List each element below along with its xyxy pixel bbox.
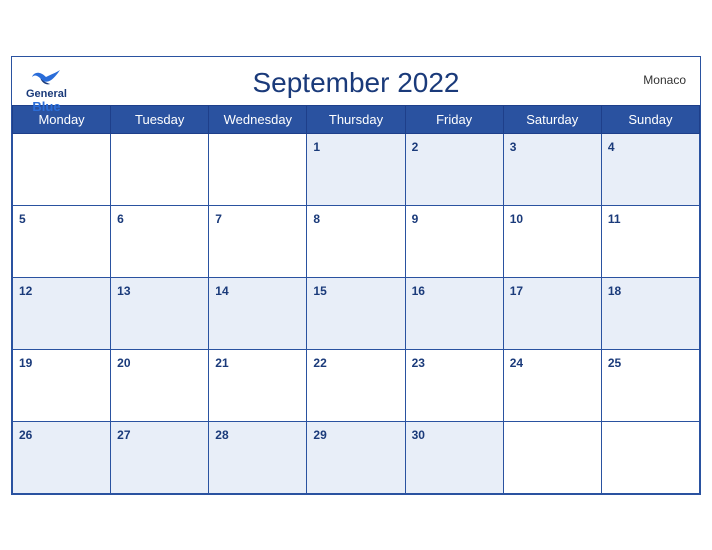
day-cell: 20 xyxy=(111,349,209,421)
day-number: 11 xyxy=(608,212,621,226)
day-number: 27 xyxy=(117,428,130,442)
day-cell: 4 xyxy=(601,133,699,205)
day-number: 21 xyxy=(215,356,228,370)
day-number: 1 xyxy=(313,140,320,154)
calendar-row: 12 13 14 15 16 17 18 xyxy=(13,277,700,349)
day-cell: 16 xyxy=(405,277,503,349)
day-number: 7 xyxy=(215,212,222,226)
col-tuesday: Tuesday xyxy=(111,105,209,133)
day-cell: 15 xyxy=(307,277,405,349)
day-cell: 23 xyxy=(405,349,503,421)
day-number: 5 xyxy=(19,212,26,226)
day-cell: 2 xyxy=(405,133,503,205)
day-number: 15 xyxy=(313,284,326,298)
day-number: 17 xyxy=(510,284,523,298)
day-cell: 3 xyxy=(503,133,601,205)
col-saturday: Saturday xyxy=(503,105,601,133)
day-cell: 9 xyxy=(405,205,503,277)
day-number: 29 xyxy=(313,428,326,442)
calendar-header: General Blue September 2022 Monaco xyxy=(12,57,700,105)
day-number: 8 xyxy=(313,212,320,226)
day-number: 10 xyxy=(510,212,523,226)
day-number: 6 xyxy=(117,212,124,226)
day-cell: 29 xyxy=(307,421,405,493)
day-cell: 14 xyxy=(209,277,307,349)
day-cell: 12 xyxy=(13,277,111,349)
day-cell: 25 xyxy=(601,349,699,421)
logo-general-text: General xyxy=(26,88,67,100)
day-number: 28 xyxy=(215,428,228,442)
calendar-row: 5 6 7 8 9 10 11 xyxy=(13,205,700,277)
day-number: 12 xyxy=(19,284,32,298)
day-number: 9 xyxy=(412,212,419,226)
calendar-row: 19 20 21 22 23 24 25 xyxy=(13,349,700,421)
day-cell: 22 xyxy=(307,349,405,421)
empty-cell xyxy=(13,133,111,205)
day-cell: 28 xyxy=(209,421,307,493)
day-number: 20 xyxy=(117,356,130,370)
day-number: 16 xyxy=(412,284,425,298)
logo-bird-icon xyxy=(32,67,60,87)
calendar-table: Monday Tuesday Wednesday Thursday Friday… xyxy=(12,105,700,494)
empty-cell xyxy=(601,421,699,493)
day-number: 3 xyxy=(510,140,517,154)
day-number: 23 xyxy=(412,356,425,370)
country-label: Monaco xyxy=(643,73,686,87)
day-cell: 24 xyxy=(503,349,601,421)
day-number: 14 xyxy=(215,284,228,298)
empty-cell xyxy=(111,133,209,205)
day-cell: 8 xyxy=(307,205,405,277)
col-wednesday: Wednesday xyxy=(209,105,307,133)
col-thursday: Thursday xyxy=(307,105,405,133)
day-number: 2 xyxy=(412,140,419,154)
day-cell: 7 xyxy=(209,205,307,277)
empty-cell xyxy=(209,133,307,205)
calendar-row: 26 27 28 29 30 xyxy=(13,421,700,493)
day-number: 26 xyxy=(19,428,32,442)
day-cell: 6 xyxy=(111,205,209,277)
day-cell: 27 xyxy=(111,421,209,493)
day-number: 24 xyxy=(510,356,523,370)
day-cell: 26 xyxy=(13,421,111,493)
day-cell: 30 xyxy=(405,421,503,493)
day-number: 4 xyxy=(608,140,615,154)
calendar: General Blue September 2022 Monaco Monda… xyxy=(11,56,701,495)
empty-cell xyxy=(503,421,601,493)
day-cell: 5 xyxy=(13,205,111,277)
weekday-header-row: Monday Tuesday Wednesday Thursday Friday… xyxy=(13,105,700,133)
day-number: 18 xyxy=(608,284,621,298)
col-friday: Friday xyxy=(405,105,503,133)
day-cell: 11 xyxy=(601,205,699,277)
day-number: 22 xyxy=(313,356,326,370)
day-cell: 13 xyxy=(111,277,209,349)
day-cell: 18 xyxy=(601,277,699,349)
col-sunday: Sunday xyxy=(601,105,699,133)
calendar-row: 1 2 3 4 xyxy=(13,133,700,205)
day-cell: 10 xyxy=(503,205,601,277)
day-cell: 19 xyxy=(13,349,111,421)
day-number: 19 xyxy=(19,356,32,370)
day-number: 30 xyxy=(412,428,425,442)
month-title: September 2022 xyxy=(252,67,459,99)
day-cell: 21 xyxy=(209,349,307,421)
logo: General Blue xyxy=(26,67,67,114)
logo-blue-text: Blue xyxy=(32,100,60,114)
day-number: 25 xyxy=(608,356,621,370)
day-cell: 17 xyxy=(503,277,601,349)
day-number: 13 xyxy=(117,284,130,298)
day-cell: 1 xyxy=(307,133,405,205)
